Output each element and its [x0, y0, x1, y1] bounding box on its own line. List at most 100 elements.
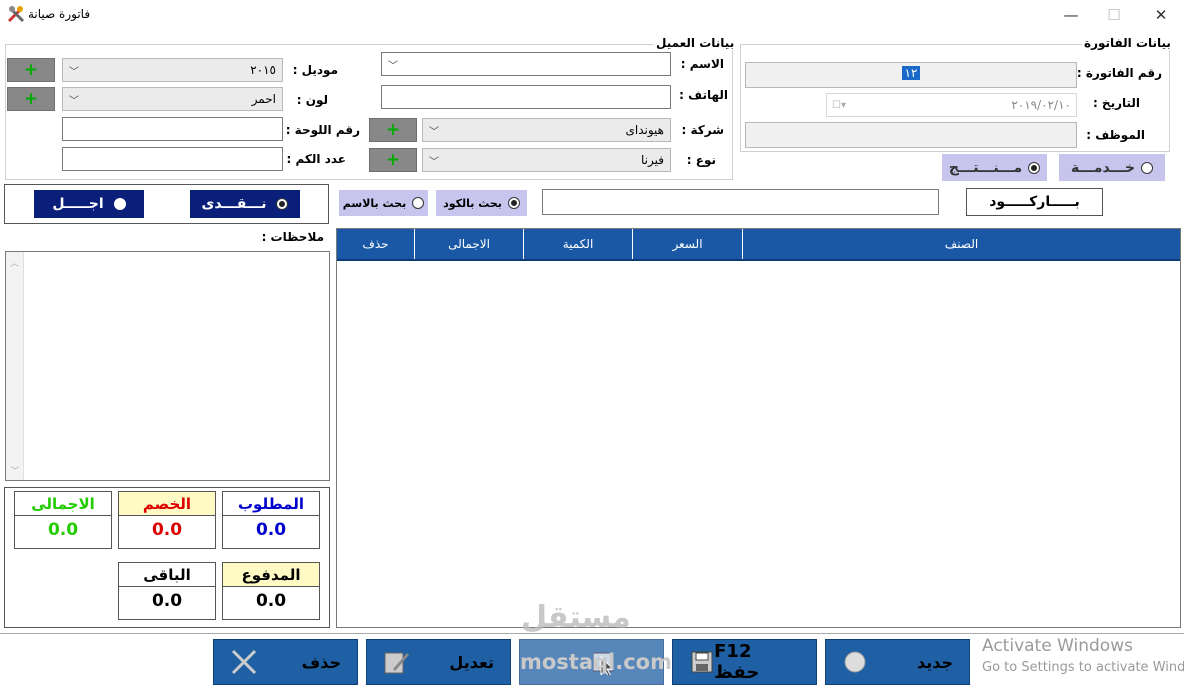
chevron-down-icon: ﹀ [429, 126, 439, 138]
credit-radio-label: اجـــــل [52, 196, 104, 212]
delete-button[interactable]: حذف [213, 639, 358, 685]
paid-value[interactable]: 0.0 [223, 587, 319, 615]
product-radio-dot[interactable] [1028, 161, 1041, 174]
product-radio-label: مـــنـــتـــج [948, 159, 1023, 176]
product-radio[interactable]: مـــنـــتـــج [942, 154, 1047, 181]
search-by-code-radio[interactable]: بحث بالكود [436, 190, 527, 216]
add-company-button[interactable]: + [369, 118, 417, 142]
total-box: الاجمالى 0.0 [14, 491, 112, 549]
credit-radio[interactable]: اجـــــل [34, 190, 144, 218]
add-type-button[interactable]: + [369, 148, 417, 172]
required-value: 0.0 [255, 520, 287, 540]
search-by-code-dot[interactable] [507, 197, 520, 209]
title-bar: فاتورة صيانة — ☐ ✕ [0, 0, 1184, 30]
add-model-button[interactable]: + [7, 58, 55, 82]
chevron-down-icon: ﹀ [69, 66, 79, 78]
color-select[interactable]: احمر ﹀ [62, 87, 283, 111]
calendar-dropdown-icon[interactable]: ▾☐ [832, 100, 846, 111]
search-by-name-radio[interactable]: بحث بالاسم [339, 190, 428, 216]
discount-box: الخصم 0.0 [118, 491, 216, 549]
floppy-disk-icon [689, 649, 714, 675]
items-grid[interactable]: حذف الاجمالى الكمية السعر الصنف [336, 228, 1181, 628]
service-radio[interactable]: خـــدمـــة [1059, 154, 1165, 181]
model-select[interactable]: ٢٠١٥ ﹀ [62, 58, 283, 82]
discount-label: الخصم [119, 492, 215, 516]
close-button[interactable]: ✕ [1138, 0, 1184, 30]
column-header-price[interactable]: السعر [632, 229, 742, 259]
column-header-quantity[interactable]: الكمية [523, 229, 632, 259]
plate-input[interactable] [62, 117, 283, 141]
customer-group-title: بيانات العميل [654, 36, 737, 50]
chevron-down-icon: ﹀ [388, 60, 398, 72]
phone-label: الهاتف : [679, 88, 728, 102]
watermark-english: mostaql.com [520, 650, 672, 674]
invoice-number-value: ١٢ [901, 66, 921, 80]
new-button-label: جديد [916, 652, 953, 672]
column-header-delete[interactable]: حذف [337, 229, 414, 259]
activate-windows-title: Activate Windows [982, 636, 1133, 656]
window-title: فاتورة صيانة [28, 7, 91, 21]
notes-label: ملاحظات : [261, 230, 324, 244]
invoice-group-title: بيانات الفاتورة [1082, 36, 1173, 50]
cash-radio-label: نـــقـــدى [201, 196, 267, 212]
company-value: هيونداى [625, 123, 664, 137]
minimize-button[interactable]: — [1048, 0, 1094, 30]
date-label: التاريخ : [1092, 96, 1140, 110]
cash-radio[interactable]: نـــقـــدى [190, 190, 300, 218]
activate-windows-subtitle: Go to Settings to activate Windows. [982, 660, 1184, 675]
edit-button[interactable]: تعديل [366, 639, 511, 685]
company-select[interactable]: هيونداى ﹀ [422, 118, 671, 142]
invoice-number-field[interactable]: ١٢ [745, 62, 1077, 88]
type-label: نوع : [686, 153, 716, 167]
delete-x-icon [230, 649, 256, 675]
discount-value[interactable]: 0.0 [119, 516, 215, 544]
add-color-button[interactable]: + [7, 87, 55, 111]
scroll-up-icon[interactable]: ︿ [6, 256, 23, 269]
delete-button-label: حذف [301, 652, 341, 672]
phone-input[interactable] [381, 85, 671, 109]
new-button[interactable]: جديد [825, 639, 970, 685]
required-label: المطلوب [223, 492, 319, 516]
grid-header: حذف الاجمالى الكمية السعر الصنف [337, 229, 1180, 261]
search-by-code-label: بحث بالكود [443, 196, 502, 210]
service-radio-dot[interactable] [1141, 161, 1154, 174]
employee-field[interactable] [745, 122, 1077, 148]
name-label: الاسم : [680, 57, 724, 71]
edit-button-label: تعديل [449, 652, 494, 672]
sun-icon [842, 649, 868, 675]
watermark-arabic: مستقل [521, 600, 631, 635]
type-select[interactable]: فيرنا ﹀ [422, 148, 671, 172]
model-value: ٢٠١٥ [250, 63, 276, 77]
company-label: شركة : [681, 123, 725, 137]
notes-textarea[interactable]: ︿ ﹀ [5, 251, 330, 481]
barcode-button[interactable]: بـــــاركـــــود [966, 188, 1103, 216]
search-by-name-label: بحث بالاسم [342, 196, 407, 210]
chevron-down-icon: ﹀ [69, 95, 79, 107]
km-input[interactable] [62, 147, 283, 171]
cash-radio-dot[interactable] [276, 198, 289, 210]
date-picker[interactable]: ٢٠١٩/٠٢/١٠ ▾☐ [826, 93, 1077, 117]
save-button[interactable]: F12 حفظ [672, 639, 817, 685]
search-by-name-dot[interactable] [412, 197, 425, 209]
credit-radio-dot[interactable] [113, 198, 126, 210]
required-box: المطلوب 0.0 [222, 491, 320, 549]
plate-label: رقم اللوحة : [285, 123, 360, 137]
color-value: احمر [251, 92, 276, 106]
column-header-total[interactable]: الاجمالى [414, 229, 523, 259]
column-header-item[interactable]: الصنف [742, 229, 1180, 259]
paid-box: المدفوع 0.0 [222, 562, 320, 620]
date-value: ٢٠١٩/٠٢/١٠ [1011, 98, 1071, 112]
type-value: فيرنا [641, 153, 664, 167]
name-combobox[interactable]: ﹀ [381, 52, 671, 76]
model-label: موديل : [292, 63, 338, 77]
maximize-button[interactable]: ☐ [1091, 0, 1137, 30]
search-input[interactable] [542, 189, 939, 215]
service-radio-label: خـــدمـــة [1070, 159, 1136, 176]
employee-label: الموظف : [1086, 128, 1145, 142]
notes-scrollbar[interactable]: ︿ ﹀ [6, 252, 24, 480]
save-button-label: F12 حفظ [714, 641, 760, 683]
scroll-down-icon[interactable]: ﹀ [6, 464, 24, 477]
invoice-number-label: رقم الفاتورة : [1076, 66, 1162, 80]
edit-pencil-icon [383, 649, 409, 675]
remaining-label: الباقى [119, 563, 215, 587]
